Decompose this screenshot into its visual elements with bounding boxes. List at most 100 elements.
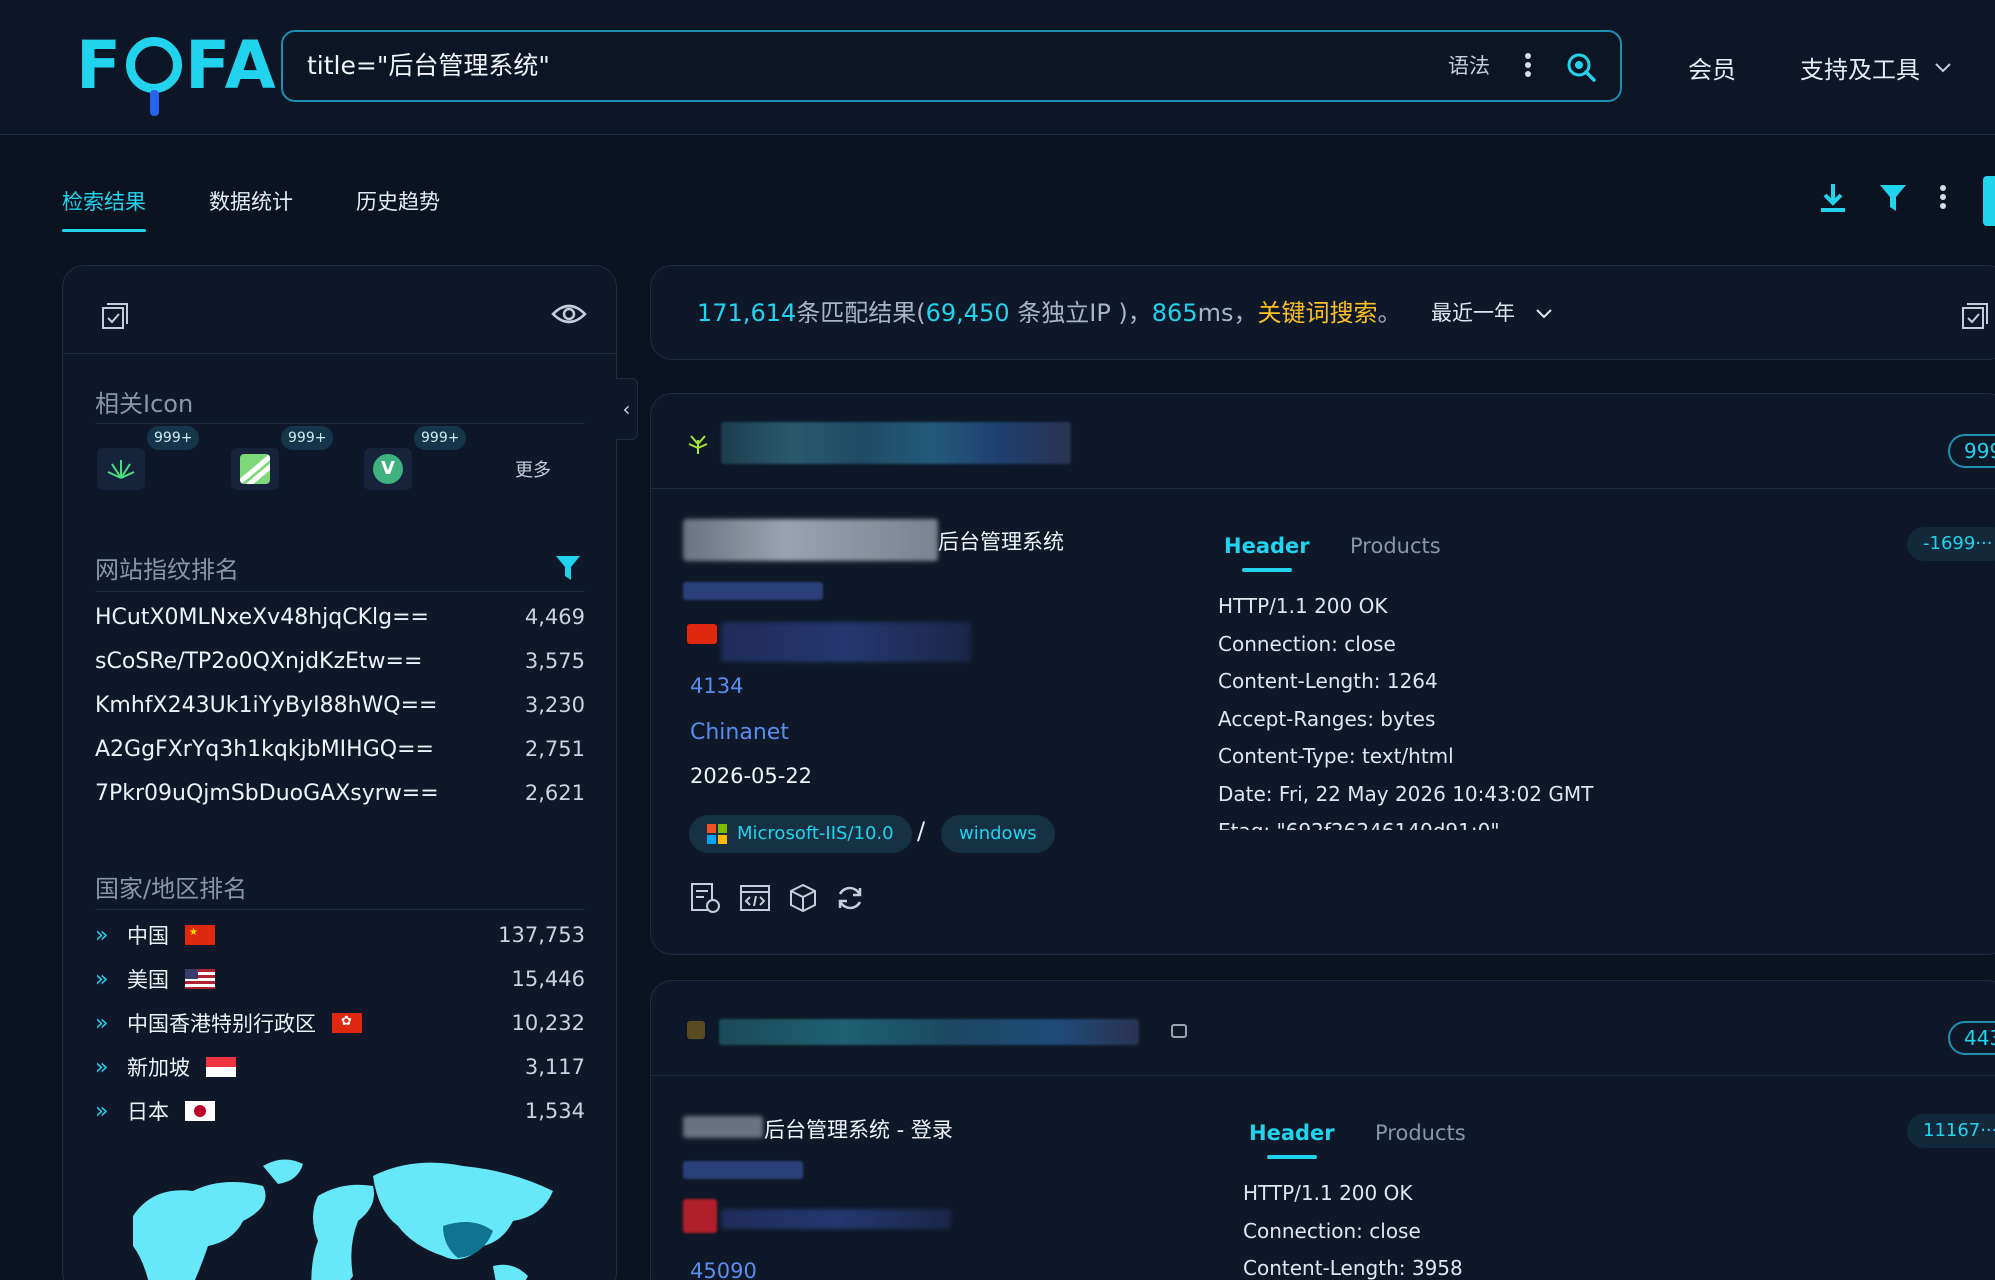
cube-icon[interactable] (789, 883, 817, 913)
related-icon-2[interactable] (231, 448, 279, 490)
product-tag-iis[interactable]: Microsoft-IIS/10.0 (689, 815, 912, 853)
country-name: 新加坡 (127, 1056, 190, 1080)
asn-link[interactable]: 45090 (690, 1259, 757, 1280)
tab-header[interactable]: Header (1224, 534, 1310, 572)
tab-products[interactable]: Products (1375, 1121, 1466, 1145)
os-tag-label: windows (959, 823, 1037, 844)
related-icon-title: 相关Icon (95, 390, 194, 418)
country-name: 中国 (127, 924, 169, 948)
site-favicon (688, 435, 708, 454)
country-row-japan[interactable]: » 日本 1,534 (95, 1096, 585, 1126)
redacted-ip (683, 1161, 803, 1179)
nav-support-tools-label: 支持及工具 (1800, 56, 1920, 84)
port-count-pill[interactable]: 443 (1948, 1021, 1995, 1055)
china-flag-icon (687, 624, 717, 644)
fingerprint-rank-title: 网站指纹排名 (95, 556, 239, 584)
fingerprint-count: 2,621 (524, 781, 585, 805)
related-icon-1[interactable] (97, 448, 145, 490)
asn-link[interactable]: 4134 (690, 674, 743, 698)
icon-hash-pill[interactable]: 11167··· (1907, 1114, 1995, 1148)
fingerprint-hash: sCoSRe/TP2o0QXnjdKzEtw== (95, 648, 423, 674)
divider (95, 909, 585, 910)
tab-search-results[interactable]: 检索结果 (62, 186, 146, 232)
tab-history-trend[interactable]: 历史趋势 (356, 186, 440, 232)
select-all-icon[interactable] (101, 302, 129, 330)
country-count: 137,753 (498, 923, 585, 947)
refresh-icon[interactable] (835, 883, 865, 913)
fingerprint-row[interactable]: KmhfX243Uk1iYyByI88hWQ== 3,230 (95, 690, 585, 720)
fofa-logo[interactable]: F FA (76, 27, 278, 116)
singapore-flag-icon (206, 1057, 236, 1077)
country-count: 15,446 (511, 967, 585, 991)
header-line: Connection: close (1218, 631, 1396, 656)
flag-icon (683, 1199, 717, 1233)
eye-icon[interactable] (551, 302, 587, 326)
http-header-block: HTTP/1.1 200 OK Connection: close Conten… (1218, 588, 1938, 830)
fingerprint-row[interactable]: HCutX0MLNxeXv48hjqCKlg== 4,469 (95, 602, 585, 632)
unique-ip-count: 69,450 (925, 299, 1010, 327)
result-title[interactable]: 后台管理系统 - 登录 (764, 1114, 953, 1144)
select-all-icon[interactable] (1961, 302, 1989, 330)
plant-icon (107, 460, 135, 479)
tab-products[interactable]: Products (1350, 534, 1441, 558)
time-range-select[interactable]: 最近一年 (1431, 266, 1553, 361)
world-map[interactable] (113, 1146, 573, 1280)
summary-suffix: 。 (1377, 299, 1402, 327)
total-count: 171,614 (697, 299, 797, 327)
left-sidebar: 相关Icon 999+ 999+ V 999+ 更多 网站指纹排名 HCutX0… (62, 265, 617, 1280)
collapse-sidebar-button[interactable]: ‹ (616, 378, 638, 440)
toolbar (1818, 182, 1948, 214)
os-tag-windows[interactable]: windows (941, 815, 1055, 853)
result-title[interactable]: 后台管理系统 (938, 526, 1064, 556)
result-date: 2026-05-22 (690, 764, 813, 788)
more-icon[interactable] (1938, 182, 1948, 214)
country-row-usa[interactable]: » 美国 15,446 (95, 964, 585, 994)
search-box[interactable]: title="后台管理系统" 语法 (281, 30, 1622, 102)
country-row-hongkong[interactable]: » 中国香港特别行政区 ✿ 10,232 (95, 1008, 585, 1038)
country-row-singapore[interactable]: » 新加坡 3,117 (95, 1052, 585, 1082)
header-line: HTTP/1.1 200 OK (1243, 1181, 1413, 1205)
related-icon-3[interactable]: V (364, 448, 412, 490)
fingerprint-hash: 7Pkr09uQjmSbDuoGAXsyrw== (95, 780, 439, 806)
search-icon[interactable] (1566, 52, 1596, 82)
syntax-button[interactable]: 语法 (1448, 32, 1490, 100)
organization-link[interactable]: Chinanet (690, 720, 789, 745)
double-chevron-right-icon: » (95, 922, 109, 948)
tag-separator: / (917, 817, 926, 845)
country-count: 3,117 (524, 1055, 585, 1079)
country-count: 1,534 (524, 1099, 585, 1123)
more-icons-button[interactable]: 更多 (515, 456, 551, 482)
country-row-china[interactable]: » 中国 ★ 137,753 (95, 920, 585, 950)
nav-member[interactable]: 会员 (1688, 50, 1736, 85)
country-name: 美国 (127, 968, 169, 992)
source-code-icon[interactable] (739, 883, 771, 913)
download-icon[interactable] (1818, 182, 1848, 214)
port-count-pill[interactable]: 999 (1948, 434, 1995, 468)
header-line: Accept-Ranges: bytes (1218, 706, 1436, 731)
tab-statistics[interactable]: 数据统计 (209, 186, 293, 232)
filter-icon[interactable] (555, 554, 581, 582)
country-rank-title: 国家/地区排名 (95, 875, 248, 903)
leaf-icon (240, 454, 270, 484)
icon-hash-pill[interactable]: -1699··· (1907, 527, 1995, 561)
filter-icon[interactable] (1878, 182, 1908, 214)
fingerprint-row[interactable]: sCoSRe/TP2o0QXnjdKzEtw== 3,575 (95, 646, 585, 676)
search-input[interactable]: title="后台管理系统" (307, 32, 550, 100)
query-time-label: ms， (1197, 299, 1258, 327)
fingerprint-row[interactable]: 7Pkr09uQjmSbDuoGAXsyrw== 2,621 (95, 778, 585, 808)
chevron-down-icon (1935, 62, 1951, 72)
total-count-label: 条匹配结果( (796, 299, 926, 327)
fingerprint-row[interactable]: A2GgFXrYq3h1kqkjbMIHGQ== 2,751 (95, 734, 585, 764)
result-summary: 171,614条匹配结果(69,450 条独立IP )，865ms，关键词搜索。 (697, 266, 1401, 361)
nav-support-tools[interactable]: 支持及工具 (1800, 50, 1952, 85)
time-range-value: 最近一年 (1431, 301, 1515, 325)
tab-header[interactable]: Header (1249, 1121, 1335, 1159)
detail-report-icon[interactable] (689, 882, 721, 914)
keyword-search-link[interactable]: 关键词搜索 (1257, 299, 1377, 327)
double-chevron-right-icon: » (95, 966, 109, 992)
icon-count-badge: 999+ (414, 426, 467, 450)
more-options-icon[interactable] (1523, 50, 1533, 82)
redacted-location (721, 622, 971, 662)
side-drawer-handle[interactable] (1983, 176, 1995, 226)
result-summary-bar: 171,614条匹配结果(69,450 条独立IP )，865ms，关键词搜索。… (650, 265, 1995, 360)
